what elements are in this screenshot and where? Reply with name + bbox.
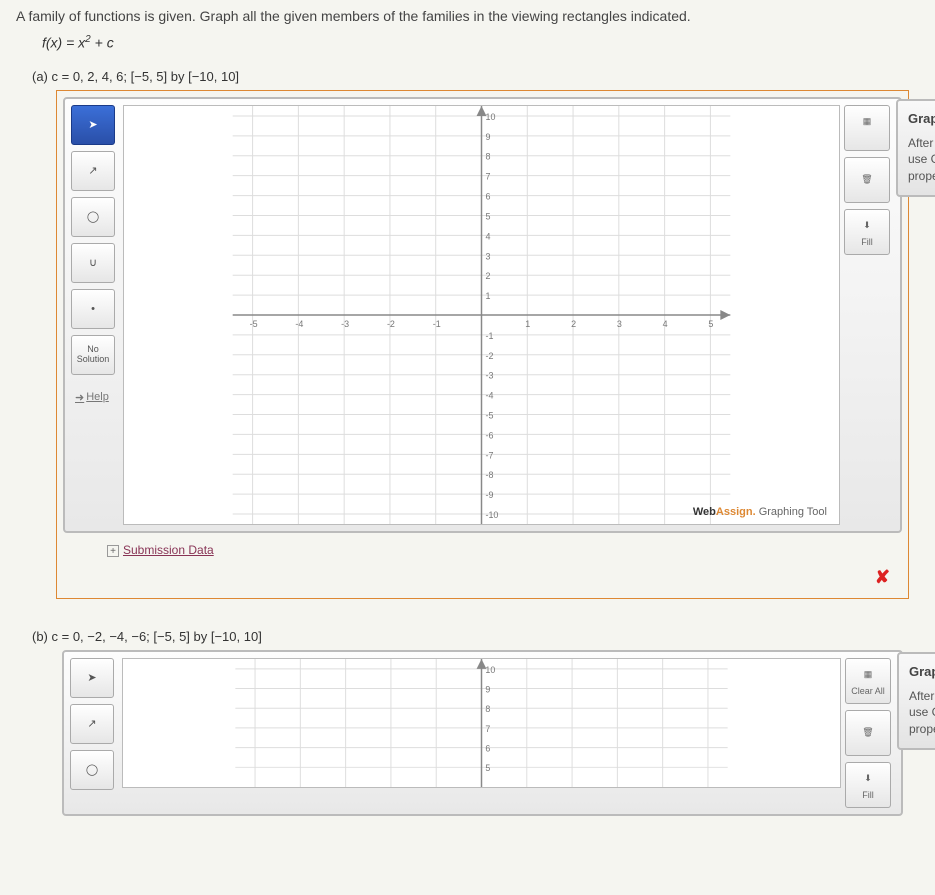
svg-text:5: 5 — [485, 211, 490, 221]
branding: WebAssign. Graphing Tool — [693, 506, 827, 518]
help-icon: ➜ — [75, 391, 84, 404]
clear-all-button[interactable]: ▦Clear All — [845, 658, 891, 704]
grid-svg: -5 -4 -3 -2 -1 1 2 3 4 5 10 9 8 7 6 5 4 3 2 1 -1 -2 -3 -4 -5 -6… — [124, 106, 839, 524]
expand-icon: + — [107, 545, 119, 557]
layers-title: Graph Layers — [908, 111, 935, 126]
incorrect-mark: ✘ — [57, 563, 908, 598]
circle-icon: ◯ — [87, 211, 99, 223]
svg-text:3: 3 — [617, 319, 622, 329]
svg-text:2: 2 — [485, 271, 490, 281]
svg-text:-1: -1 — [485, 331, 493, 341]
formula: f(x) = x2 + c — [42, 34, 919, 51]
line-tool[interactable]: ↗ — [70, 704, 114, 744]
question-prompt: A family of functions is given. Graph al… — [16, 8, 919, 24]
grid-svg-b: 10 9 8 7 6 5 — [123, 659, 840, 787]
line-icon: ↗ — [87, 718, 96, 730]
line-tool[interactable]: ↗ — [71, 151, 115, 191]
fill-icon: ⬇ — [859, 770, 877, 788]
parabola-icon: ∪ — [89, 257, 97, 269]
svg-text:-5: -5 — [485, 410, 493, 420]
svg-text:9: 9 — [485, 684, 490, 694]
fill-button[interactable]: ⬇Fill — [844, 209, 890, 255]
svg-text:-2: -2 — [387, 319, 395, 329]
svg-text:-9: -9 — [485, 490, 493, 500]
svg-text:7: 7 — [485, 171, 490, 181]
svg-text:7: 7 — [485, 724, 490, 734]
part-a-label: (a) c = 0, 2, 4, 6; [−5, 5] by [−10, 10] — [32, 69, 919, 84]
point-tool[interactable]: • — [71, 289, 115, 329]
delete-button[interactable]: 🗑 — [845, 710, 891, 756]
delete-button[interactable]: 🗑 — [844, 157, 890, 203]
parabola-tool[interactable]: ∪ — [71, 243, 115, 283]
svg-text:8: 8 — [485, 704, 490, 714]
svg-text:5: 5 — [485, 763, 490, 773]
trash-icon: 🗑 — [858, 171, 876, 189]
part-a-container: ➤ ↗ ◯ ∪ • No Solution ➜Help — [56, 90, 909, 599]
right-toolbar-b: ▦Clear All 🗑 ⬇Fill — [845, 658, 895, 808]
graph-canvas-a[interactable]: -5 -4 -3 -2 -1 1 2 3 4 5 10 9 8 7 6 5 4 3 2 1 -1 -2 -3 -4 -5 -6… — [123, 105, 840, 525]
pointer-tool[interactable]: ➤ — [70, 658, 114, 698]
svg-text:8: 8 — [485, 151, 490, 161]
pointer-icon: ➤ — [88, 119, 97, 131]
svg-text:2: 2 — [571, 319, 576, 329]
point-icon: • — [91, 303, 95, 315]
svg-text:9: 9 — [485, 131, 490, 141]
pointer-tool[interactable]: ➤ — [71, 105, 115, 145]
svg-text:1: 1 — [525, 319, 530, 329]
layers-title: Graph Layers — [909, 664, 935, 679]
svg-text:-8: -8 — [485, 470, 493, 480]
part-b-label: (b) c = 0, −2, −4, −6; [−5, 5] by [−10, … — [32, 629, 919, 644]
svg-text:-4: -4 — [295, 319, 303, 329]
circle-tool[interactable]: ◯ — [70, 750, 114, 790]
right-toolbar: ▦Clear All 🗑 ⬇Fill — [844, 105, 894, 255]
circle-tool[interactable]: ◯ — [71, 197, 115, 237]
svg-text:3: 3 — [485, 251, 490, 261]
fill-icon: ⬇ — [858, 217, 876, 235]
svg-text:-5: -5 — [250, 319, 258, 329]
x-arrow-icon — [720, 310, 730, 320]
layers-text: After you add an object to the graph you… — [909, 688, 935, 738]
svg-text:10: 10 — [485, 664, 495, 674]
svg-text:-4: -4 — [485, 390, 493, 400]
svg-text:5: 5 — [708, 319, 713, 329]
pointer-icon: ➤ — [87, 672, 96, 684]
svg-text:4: 4 — [485, 231, 490, 241]
help-link[interactable]: ➜Help — [71, 387, 119, 408]
y-tick-labels-b: 10 9 8 7 6 5 — [485, 664, 495, 772]
svg-text:-6: -6 — [485, 430, 493, 440]
fill-button[interactable]: ⬇Fill — [845, 762, 891, 808]
y-tick-labels: 10 9 8 7 6 5 4 3 2 1 -1 -2 -3 -4 -5 -6 -7 -8 -9 -10 — [485, 112, 498, 520]
graph-canvas-b[interactable]: 10 9 8 7 6 5 — [122, 658, 841, 788]
svg-text:-3: -3 — [341, 319, 349, 329]
line-icon: ↗ — [88, 165, 97, 177]
clear-all-button[interactable]: ▦Clear All — [844, 105, 890, 151]
svg-text:6: 6 — [485, 743, 490, 753]
svg-text:-3: -3 — [485, 370, 493, 380]
submission-data-link[interactable]: +Submission Data — [107, 543, 908, 557]
graphing-tool-a: ➤ ↗ ◯ ∪ • No Solution ➜Help — [63, 97, 902, 533]
circle-icon: ◯ — [86, 764, 98, 776]
trash-icon: 🗑 — [859, 724, 877, 742]
layers-text: After you add an object to the graph you… — [908, 135, 935, 185]
svg-text:-10: -10 — [485, 510, 498, 520]
svg-text:10: 10 — [485, 112, 495, 122]
svg-text:4: 4 — [663, 319, 668, 329]
graph-layers-panel-b: Graph Layers« After you add an object to… — [897, 652, 935, 750]
no-solution-tool[interactable]: No Solution — [71, 335, 115, 375]
clear-icon: ▦ — [859, 666, 877, 684]
svg-text:-1: -1 — [433, 319, 441, 329]
graphing-tool-b: ➤ ↗ ◯ 10 9 8 7 6 5 ▦Clear All — [62, 650, 903, 816]
graph-layers-panel-a: Graph Layers« After you add an object to… — [896, 99, 935, 197]
svg-text:6: 6 — [485, 191, 490, 201]
svg-text:-2: -2 — [485, 350, 493, 360]
clear-icon: ▦ — [858, 113, 876, 131]
left-toolbar-b: ➤ ↗ ◯ — [70, 658, 118, 790]
left-toolbar: ➤ ↗ ◯ ∪ • No Solution ➜Help — [71, 105, 119, 408]
svg-text:-7: -7 — [485, 450, 493, 460]
svg-text:1: 1 — [485, 291, 490, 301]
